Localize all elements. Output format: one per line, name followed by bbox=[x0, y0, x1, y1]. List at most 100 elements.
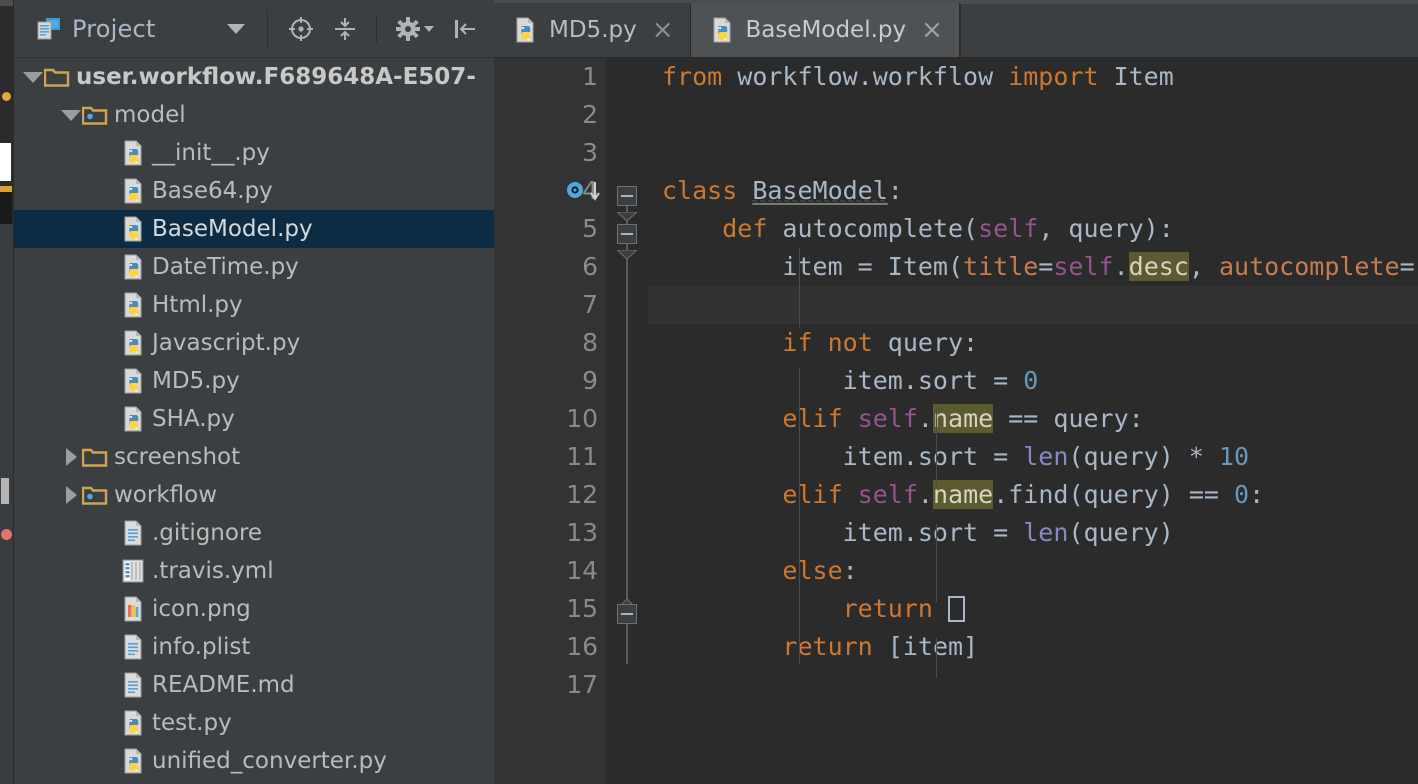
tree-row-label: Javascript.py bbox=[152, 330, 301, 356]
line-number: 17 bbox=[566, 670, 598, 699]
fold-end-marker[interactable] bbox=[615, 594, 639, 610]
code-line[interactable]: item.sort = len(query) * 10 bbox=[648, 438, 1418, 476]
tree-row[interactable]: MD5.py bbox=[14, 362, 494, 400]
chevron-down-icon[interactable] bbox=[227, 23, 245, 34]
folder-icon bbox=[82, 444, 108, 470]
project-tree[interactable]: user.workflow.F689648A-E507- model __ini… bbox=[14, 58, 494, 784]
close-icon[interactable]: × bbox=[652, 17, 674, 43]
code-line[interactable]: elif self.name == query: bbox=[648, 400, 1418, 438]
code-editor[interactable]: 1 2 3 4 5 6 7 8 9 10 11 12 13 14 15 16 17 bbox=[494, 58, 1418, 784]
code-line[interactable] bbox=[648, 134, 1418, 172]
tree-row-label: model bbox=[114, 102, 186, 128]
line-number: 15 bbox=[566, 594, 598, 623]
editor-gutter[interactable]: 1 2 3 4 5 6 7 8 9 10 11 12 13 14 15 16 17 bbox=[494, 58, 606, 784]
editor-tab[interactable]: BaseModel.py × bbox=[690, 3, 960, 57]
tree-row[interactable]: info.plist bbox=[14, 628, 494, 666]
tree-row[interactable]: DateTime.py bbox=[14, 248, 494, 286]
project-panel-actions bbox=[268, 13, 494, 44]
code-line[interactable]: class BaseModel: bbox=[648, 172, 1418, 210]
chevron-right-icon[interactable] bbox=[60, 438, 82, 476]
text-file-icon bbox=[120, 634, 146, 660]
tree-row[interactable]: workflow bbox=[14, 476, 494, 514]
tree-row[interactable]: Javascript.py bbox=[14, 324, 494, 362]
code-line[interactable] bbox=[648, 666, 1418, 704]
line-number: 11 bbox=[566, 442, 598, 471]
python-file-icon bbox=[120, 292, 146, 318]
tree-row[interactable]: Base64.py bbox=[14, 172, 494, 210]
line-number: 6 bbox=[582, 252, 598, 281]
tree-row-label: .gitignore bbox=[152, 520, 263, 546]
code-line[interactable]: elif self.name.find(query) == 0: bbox=[648, 476, 1418, 514]
tree-row[interactable]: SHA.py bbox=[14, 400, 494, 438]
chevron-down-icon[interactable] bbox=[22, 58, 44, 96]
project-view-icon bbox=[36, 16, 62, 42]
code-line[interactable]: if not query: bbox=[648, 324, 1418, 362]
code-line[interactable]: def autocomplete(self, query): bbox=[648, 210, 1418, 248]
line-number: 9 bbox=[582, 366, 598, 395]
project-panel-header: Project bbox=[14, 0, 494, 58]
code-folding-gutter[interactable] bbox=[606, 58, 648, 784]
close-icon[interactable]: × bbox=[921, 17, 943, 43]
tree-row[interactable]: .gitignore bbox=[14, 514, 494, 552]
tree-row[interactable]: model bbox=[14, 96, 494, 134]
gear-icon bbox=[395, 16, 421, 42]
fold-toggle-class[interactable] bbox=[617, 186, 637, 206]
text-file-icon bbox=[120, 672, 146, 698]
python-file-icon bbox=[120, 178, 146, 204]
code-line[interactable]: from workflow.workflow import Item bbox=[648, 58, 1418, 96]
tree-row[interactable]: user.workflow.F689648A-E507- bbox=[14, 58, 494, 96]
editor-tab-bar: MD5.py × BaseModel.py × bbox=[494, 0, 1418, 58]
python-file-icon bbox=[120, 140, 146, 166]
crosshair-target-icon[interactable] bbox=[288, 16, 314, 42]
line-number: 10 bbox=[566, 404, 598, 433]
python-file-icon bbox=[120, 748, 146, 774]
code-line[interactable]: item.sort = len(query) bbox=[648, 514, 1418, 552]
tree-row[interactable]: icon.png bbox=[14, 590, 494, 628]
code-line[interactable]: else: bbox=[648, 552, 1418, 590]
tree-row[interactable]: test.py bbox=[14, 704, 494, 742]
python-file-icon bbox=[120, 254, 146, 280]
editor-tab-label: MD5.py bbox=[549, 17, 637, 43]
tree-row[interactable]: Html.py bbox=[14, 286, 494, 324]
collapse-arrows-icon[interactable] bbox=[332, 16, 358, 42]
code-content[interactable]: from workflow.workflow import Item class… bbox=[648, 58, 1418, 784]
tab-bar-empty-space bbox=[959, 3, 1418, 57]
python-file-icon bbox=[120, 330, 146, 356]
tree-row-label: test.py bbox=[152, 710, 232, 736]
editor-tab[interactable]: MD5.py × bbox=[494, 3, 691, 57]
tree-row-label: Html.py bbox=[152, 292, 243, 318]
chevron-right-icon[interactable] bbox=[60, 476, 82, 514]
tree-row-label: unified_converter.py bbox=[152, 748, 387, 774]
code-line[interactable]: item = Item(title=self.desc, autocomplet… bbox=[648, 248, 1418, 286]
tree-row[interactable]: unified_converter.py bbox=[14, 742, 494, 780]
tree-row[interactable]: BaseModel.py bbox=[14, 210, 494, 248]
tree-row[interactable]: screenshot bbox=[14, 438, 494, 476]
fold-toggle-def[interactable] bbox=[617, 224, 637, 244]
line-number: 12 bbox=[566, 480, 598, 509]
hide-left-icon[interactable] bbox=[452, 16, 478, 42]
class-implemented-marker-icon[interactable] bbox=[566, 172, 602, 210]
tree-row[interactable]: README.md bbox=[14, 666, 494, 704]
code-line[interactable]: return [item] bbox=[648, 628, 1418, 666]
module-folder-icon bbox=[82, 482, 108, 508]
code-line[interactable] bbox=[648, 96, 1418, 134]
code-line[interactable]: return bbox=[648, 590, 1418, 628]
project-title-button[interactable]: Project bbox=[14, 15, 267, 43]
code-line[interactable] bbox=[648, 286, 1418, 324]
fold-toggle-end[interactable] bbox=[617, 604, 637, 624]
toolbar-divider-2 bbox=[376, 13, 377, 44]
tree-row[interactable]: __init__.py bbox=[14, 134, 494, 172]
project-tool-window: Project user.workflow.F689648A-E507- mod… bbox=[13, 0, 494, 784]
chevron-down-icon[interactable] bbox=[60, 96, 82, 134]
tree-row[interactable]: .travis.yml bbox=[14, 552, 494, 590]
code-line[interactable]: item.sort = 0 bbox=[648, 362, 1418, 400]
image-file-icon bbox=[120, 596, 146, 622]
settings-gear-button[interactable] bbox=[395, 16, 434, 42]
